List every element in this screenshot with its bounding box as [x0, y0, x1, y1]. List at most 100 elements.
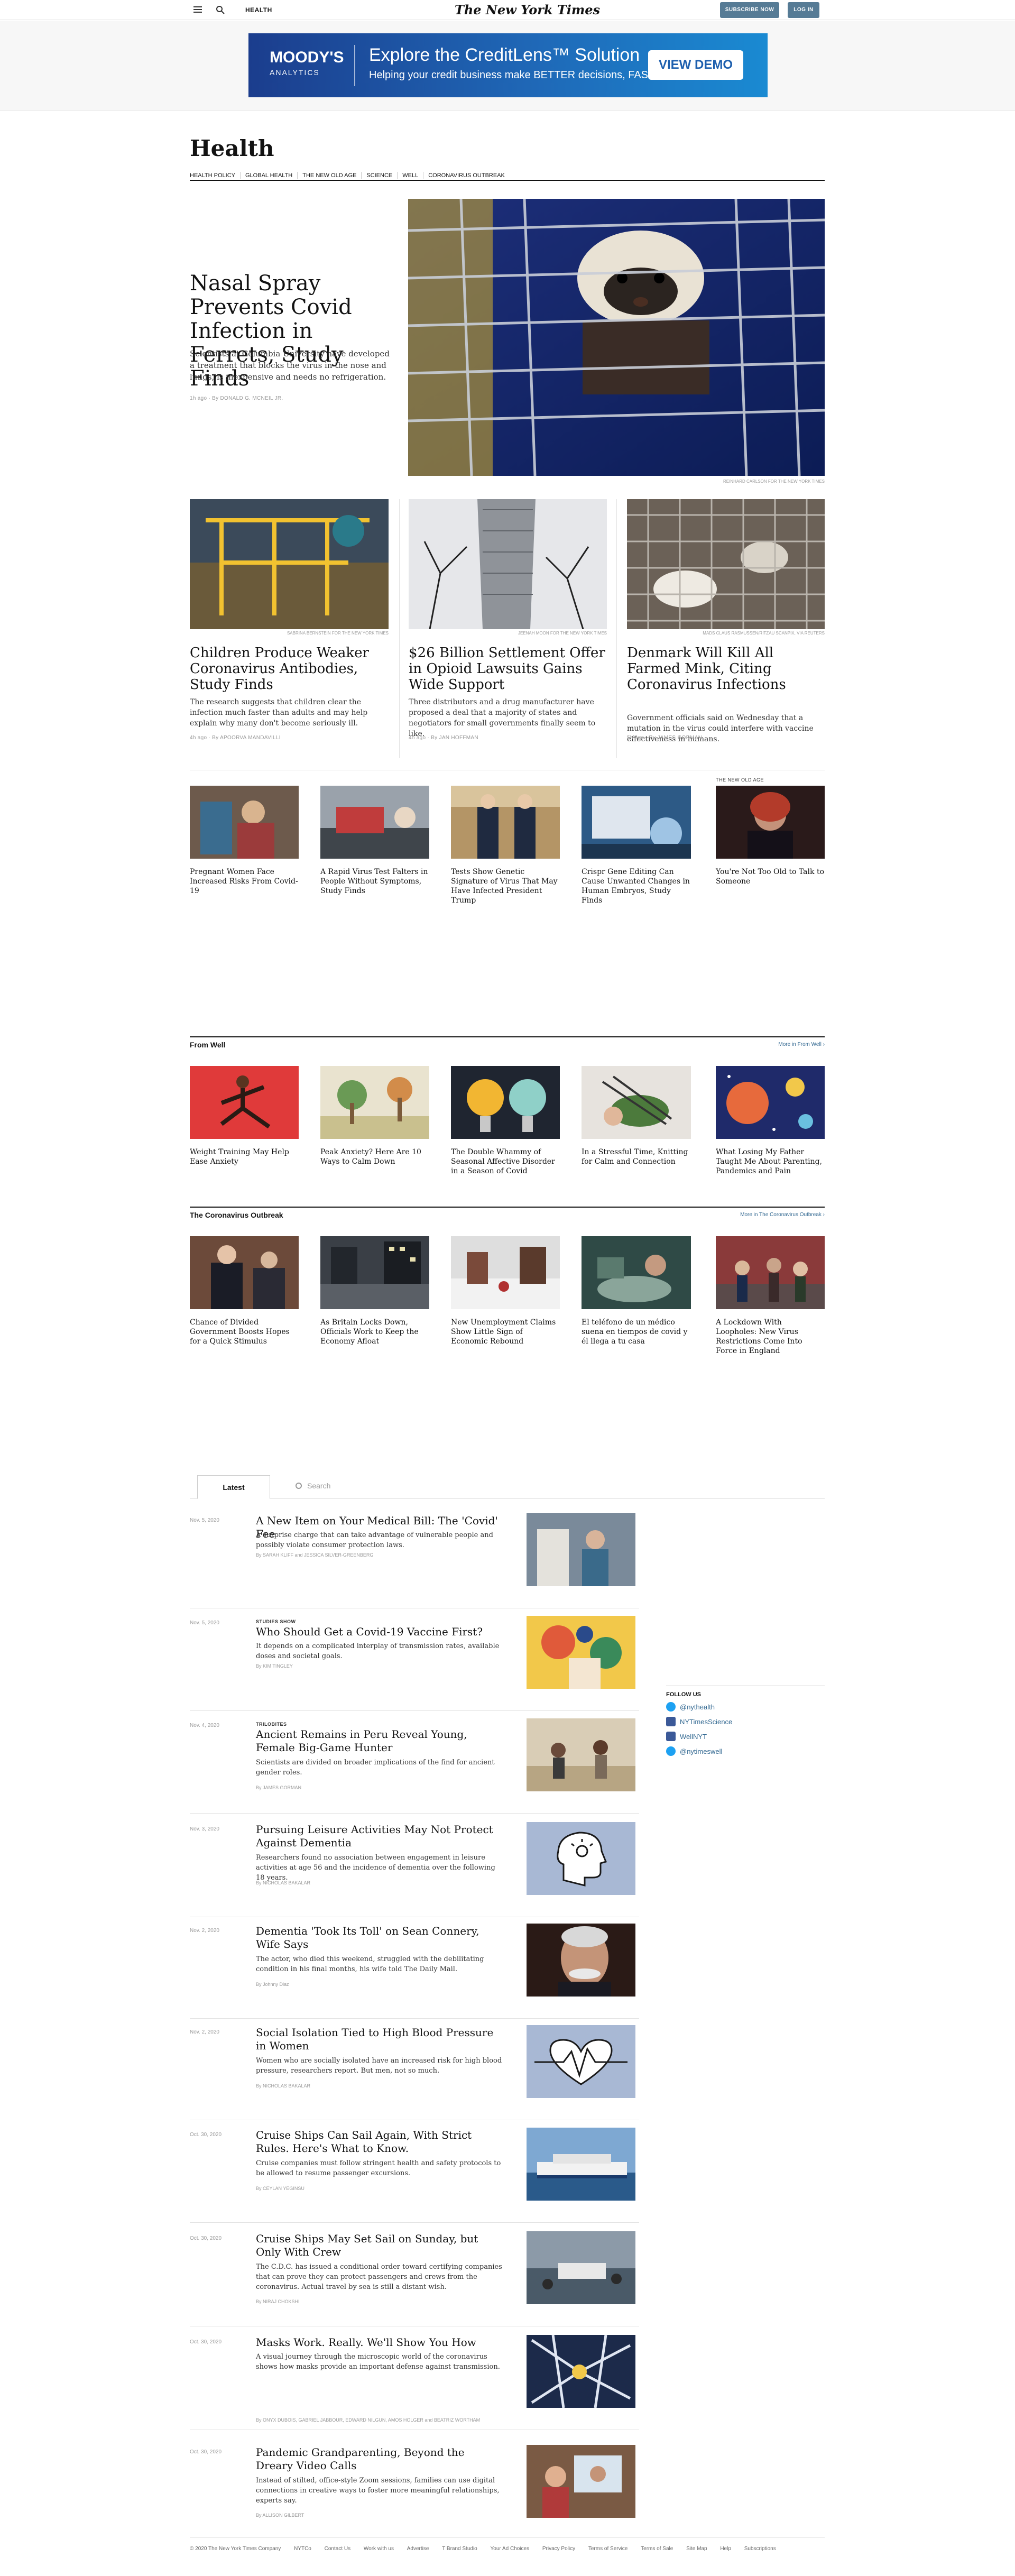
subnav-item[interactable]: SCIENCE: [366, 172, 398, 179]
well-image[interactable]: [451, 1066, 560, 1139]
item-image[interactable]: [527, 2231, 635, 2304]
corona-headline[interactable]: New Unemployment Claims Show Little Sign…: [451, 1318, 560, 1346]
footer-link[interactable]: NYTCo: [294, 2546, 311, 2552]
subnav-item[interactable]: THE NEW OLD AGE: [302, 172, 362, 179]
item-headline[interactable]: Cruise Ships Can Sail Again, With Strict…: [256, 2129, 504, 2155]
follow-item[interactable]: @nytimeswell: [666, 1746, 825, 1761]
strip-headline[interactable]: Crispr Gene Editing Can Cause Unwanted C…: [582, 867, 691, 905]
footer-link[interactable]: Contact Us: [325, 2546, 350, 2552]
item-headline[interactable]: Pursuing Leisure Activities May Not Prot…: [256, 1823, 504, 1850]
corona-image[interactable]: [451, 1236, 560, 1309]
card-headline[interactable]: Denmark Will Kill All Farmed Mink, Citin…: [627, 645, 825, 693]
follow-item[interactable]: @nythealth: [666, 1702, 825, 1717]
strip-headline[interactable]: A Rapid Virus Test Falters in People Wit…: [320, 867, 429, 896]
well-headline[interactable]: Weight Training May Help Ease Anxiety: [190, 1147, 299, 1166]
well-image[interactable]: [320, 1066, 429, 1139]
item-headline[interactable]: Who Should Get a Covid-19 Vaccine First?: [256, 1625, 504, 1639]
strip-image[interactable]: [320, 786, 429, 859]
ad-banner[interactable]: MOODY'S ANALYTICS Explore the CreditLens™…: [248, 33, 768, 97]
strip-headline[interactable]: You're Not Too Old to Talk to Someone: [716, 867, 825, 886]
lead-image[interactable]: [408, 199, 825, 476]
section-label[interactable]: HEALTH: [245, 6, 272, 14]
strip-image[interactable]: [190, 786, 299, 859]
item-image[interactable]: [527, 1822, 635, 1895]
subnav-item[interactable]: WELL: [402, 172, 424, 179]
lead-image-credit: REINHARD CARLSON FOR THE NEW YORK TIMES: [723, 479, 825, 484]
corona-headline[interactable]: El teléfono de un médico suena en tiempo…: [582, 1318, 691, 1346]
strip-kicker[interactable]: THE NEW OLD AGE: [716, 777, 764, 783]
item-image[interactable]: [527, 1718, 635, 1791]
footer-link[interactable]: Terms of Sale: [641, 2546, 673, 2552]
card-headline[interactable]: Children Produce Weaker Coronavirus Anti…: [190, 645, 389, 693]
top-bar: HEALTH The New York Times SUBSCRIBE NOW …: [0, 0, 1015, 20]
card-image[interactable]: [627, 499, 825, 629]
subscribe-button[interactable]: SUBSCRIBE NOW: [720, 2, 779, 18]
latest-tabs: Latest Search: [190, 1475, 825, 1499]
footer-link[interactable]: T Brand Studio: [442, 2546, 477, 2552]
card-headline[interactable]: $26 Billion Settlement Offer in Opioid L…: [409, 645, 607, 693]
item-headline[interactable]: Ancient Remains in Peru Reveal Young, Fe…: [256, 1728, 504, 1754]
strip-headline[interactable]: Pregnant Women Face Increased Risks From…: [190, 867, 299, 896]
item-image[interactable]: [527, 1513, 635, 1586]
strip-image[interactable]: [716, 786, 825, 859]
item-headline[interactable]: Dementia 'Took Its Toll' on Sean Connery…: [256, 1925, 504, 1951]
corona-image[interactable]: [190, 1236, 299, 1309]
card-image[interactable]: [409, 499, 607, 629]
well-headline[interactable]: The Double Whammy of Seasonal Affective …: [451, 1147, 560, 1176]
well-image[interactable]: [190, 1066, 299, 1139]
strip-image[interactable]: [582, 786, 691, 859]
corona-more-link[interactable]: More in The Coronavirus Outbreak ›: [740, 1212, 825, 1218]
corona-headline[interactable]: As Britain Locks Down, Officials Work to…: [320, 1318, 429, 1346]
footer-link[interactable]: Subscriptions: [744, 2546, 776, 2552]
item-headline[interactable]: Cruise Ships May Set Sail on Sunday, but…: [256, 2232, 504, 2259]
footer-link[interactable]: Work with us: [364, 2546, 394, 2552]
footer-link[interactable]: Advertise: [407, 2546, 429, 2552]
footer-link[interactable]: Terms of Service: [588, 2546, 628, 2552]
well-headline[interactable]: What Losing My Father Taught Me About Pa…: [716, 1147, 825, 1176]
ad-cta-button[interactable]: VIEW DEMO: [648, 50, 743, 80]
subnav-item[interactable]: HEALTH POLICY: [190, 172, 241, 179]
item-kicker[interactable]: TRILOBITES: [256, 1722, 287, 1727]
item-image[interactable]: [527, 1924, 635, 1997]
well-section-title[interactable]: From Well: [190, 1041, 225, 1049]
follow-title: FOLLOW US: [666, 1691, 701, 1698]
item-headline[interactable]: Masks Work. Really. We'll Show You How: [256, 2336, 504, 2349]
strip-image[interactable]: [451, 786, 560, 859]
item-image[interactable]: [527, 2445, 635, 2518]
corona-image[interactable]: [320, 1236, 429, 1309]
follow-item[interactable]: NYTimesScience: [666, 1717, 825, 1732]
corona-image[interactable]: [582, 1236, 691, 1309]
subnav-item[interactable]: CORONAVIRUS OUTBREAK: [428, 172, 510, 179]
item-image[interactable]: [527, 2128, 635, 2201]
footer-link[interactable]: Privacy Policy: [542, 2546, 575, 2552]
subnav-item[interactable]: GLOBAL HEALTH: [245, 172, 298, 179]
well-more-link[interactable]: More in From Well ›: [778, 1042, 825, 1047]
card-image[interactable]: [190, 499, 389, 629]
follow-item[interactable]: WellNYT: [666, 1732, 825, 1746]
nyt-logo[interactable]: The New York Times: [455, 2, 600, 17]
footer-link[interactable]: Site Map: [686, 2546, 707, 2552]
item-image[interactable]: [527, 2335, 635, 2408]
well-headline[interactable]: In a Stressful Time, Knitting for Calm a…: [582, 1147, 691, 1166]
well-headline[interactable]: Peak Anxiety? Here Are 10 Ways to Calm D…: [320, 1147, 429, 1166]
login-button[interactable]: LOG IN: [788, 2, 819, 18]
item-headline[interactable]: Social Isolation Tied to High Blood Pres…: [256, 2026, 504, 2053]
latest-item: Oct. 30, 2020 Cruise Ships Can Sail Agai…: [190, 2128, 639, 2223]
well-image[interactable]: [582, 1066, 691, 1139]
item-headline[interactable]: Pandemic Grandparenting, Beyond the Drea…: [256, 2446, 504, 2472]
item-image[interactable]: [527, 2025, 635, 2098]
tab-latest[interactable]: Latest: [197, 1475, 270, 1499]
search-icon[interactable]: [216, 5, 225, 15]
item-image[interactable]: [527, 1616, 635, 1689]
corona-headline[interactable]: A Lockdown With Loopholes: New Virus Res…: [716, 1318, 825, 1356]
corona-section-title[interactable]: The Coronavirus Outbreak: [190, 1211, 283, 1219]
hamburger-menu-icon[interactable]: [193, 6, 202, 13]
well-image[interactable]: [716, 1066, 825, 1139]
item-kicker[interactable]: STUDIES SHOW: [256, 1619, 296, 1624]
strip-headline[interactable]: Tests Show Genetic Signature of Virus Th…: [451, 867, 560, 905]
corona-headline[interactable]: Chance of Divided Government Boosts Hope…: [190, 1318, 299, 1346]
footer-link[interactable]: Help: [720, 2546, 731, 2552]
corona-image[interactable]: [716, 1236, 825, 1309]
latest-search[interactable]: Search: [296, 1482, 330, 1490]
footer-link[interactable]: Your Ad Choices: [491, 2546, 530, 2552]
